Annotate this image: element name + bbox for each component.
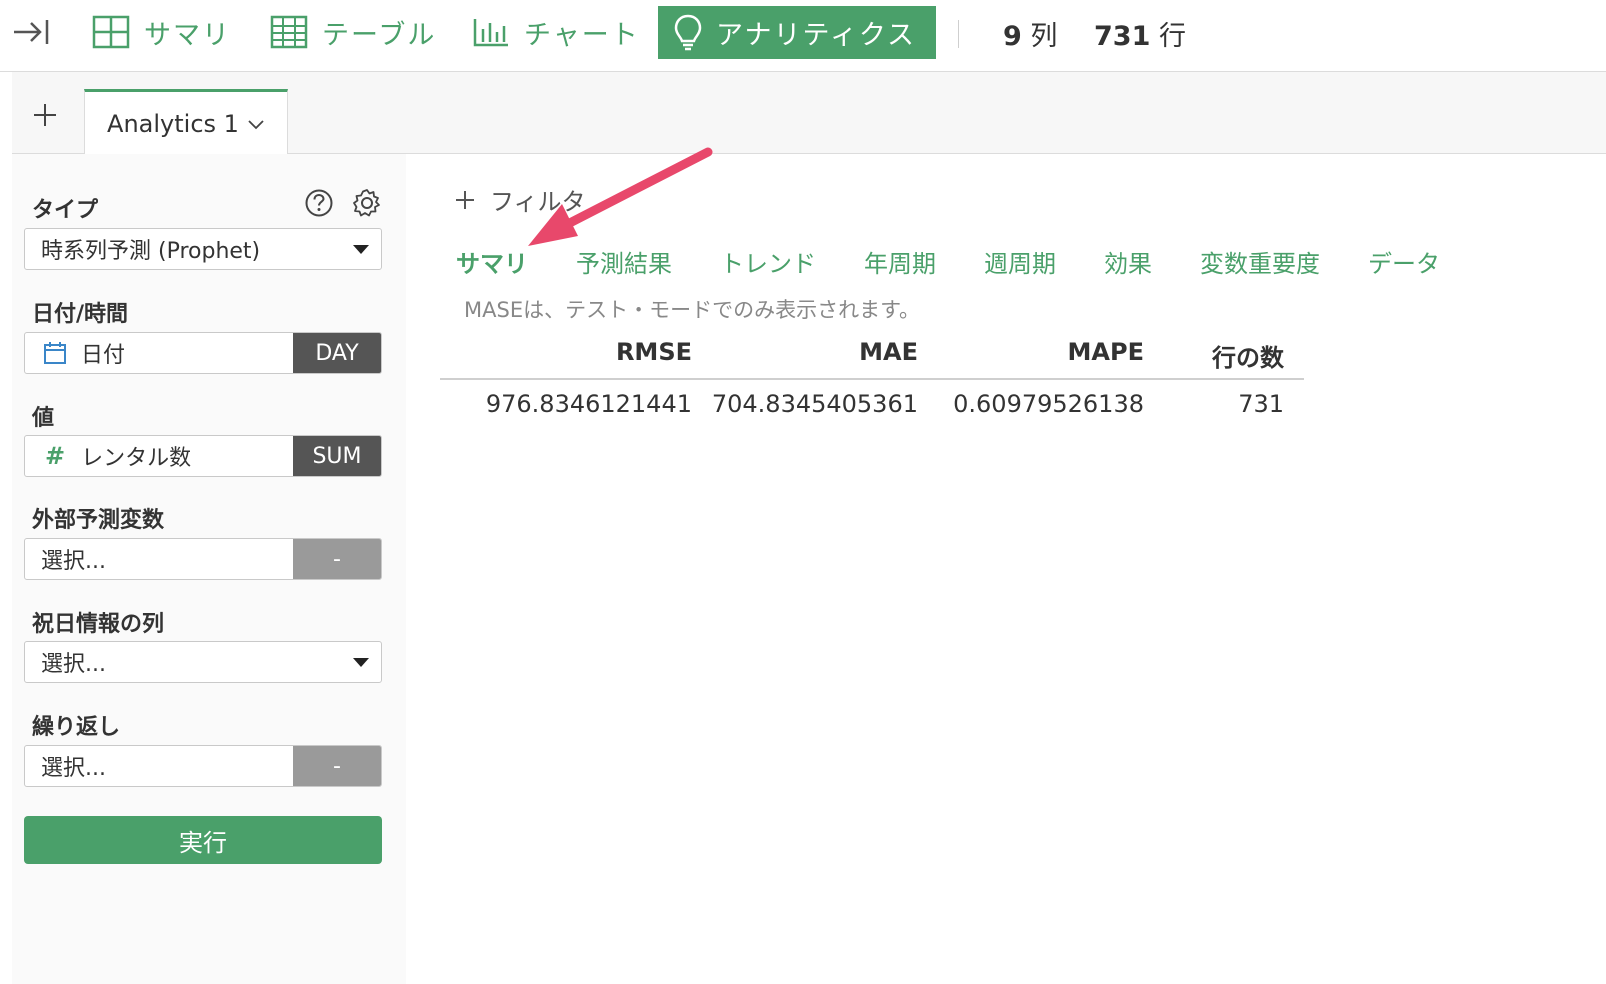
toolbar-analytics-label: アナリティクス (716, 20, 917, 51)
settings-sidebar: タイプ 時系列予測 (Prophet) 日付/時間 日付 DAY 値 # レンタ… (12, 154, 406, 984)
repeat-field[interactable]: 選択... - (24, 745, 382, 787)
holiday-column-value: 選択... (41, 652, 106, 677)
cell-mae: 704.8345405361 (711, 390, 918, 418)
top-toolbar: サマリ テーブル チャート アナリティクス 9 列 731 行 (0, 0, 1606, 72)
analytics-tab-strip: Analytics 1 (12, 72, 1606, 155)
caret-down-icon (353, 657, 369, 667)
cell-row-count: 731 (1238, 390, 1284, 418)
column-count-unit: 列 (1030, 21, 1058, 52)
header-mae: MAE (859, 338, 918, 366)
add-filter-label: フィルタ (490, 188, 586, 216)
date-granularity-button[interactable]: DAY (293, 333, 381, 373)
value-field-value: レンタル数 (81, 446, 192, 471)
repeat-aggregation-button[interactable]: - (293, 746, 381, 786)
value-label: 値 (32, 406, 55, 431)
external-regressor-aggregation-button[interactable]: - (293, 539, 381, 579)
subtab-forecast-result[interactable]: 予測結果 (576, 244, 672, 284)
row-count: 731 行 (1094, 14, 1186, 53)
subtab-summary[interactable]: サマリ (456, 244, 528, 284)
toolbar-analytics-button[interactable]: アナリティクス (658, 6, 937, 59)
table-header-row: RMSE MAE MAPE 行の数 (440, 334, 1304, 380)
subtab-data[interactable]: データ (1368, 244, 1440, 284)
toolbar-summary-button[interactable]: サマリ (92, 0, 231, 64)
plus-icon (34, 104, 56, 126)
date-field[interactable]: 日付 DAY (24, 332, 382, 374)
gear-icon[interactable] (352, 188, 382, 218)
subtab-trend[interactable]: トレンド (720, 244, 816, 284)
external-regressor-label: 外部予測変数 (32, 508, 165, 533)
value-aggregation-button[interactable]: SUM (293, 436, 381, 476)
date-label: 日付/時間 (32, 302, 129, 327)
external-regressor-value: 選択... (41, 549, 106, 574)
header-row-count: 行の数 (1212, 344, 1284, 372)
subtab-weekly[interactable]: 週周期 (984, 244, 1056, 284)
bar-chart-icon (473, 19, 508, 47)
column-count: 9 列 (1003, 14, 1057, 53)
run-button[interactable]: 実行 (24, 816, 382, 864)
table-row: 976.8346121441 704.8345405361 0.60979526… (440, 380, 1304, 438)
external-regressor-field[interactable]: 選択... - (24, 538, 382, 580)
collapse-sidebar-button[interactable] (12, 0, 50, 64)
value-field[interactable]: # レンタル数 SUM (24, 435, 382, 477)
result-subtabs: サマリ 予測結果 トレンド 年周期 週周期 効果 変数重要度 データ (456, 244, 1488, 284)
toolbar-chart-label: チャート (524, 19, 640, 51)
toolbar-table-label: テーブル (322, 19, 437, 51)
type-select[interactable]: 時系列予測 (Prophet) (24, 228, 382, 270)
toolbar-divider (958, 20, 959, 48)
row-count-unit: 行 (1158, 21, 1186, 52)
grid-icon (92, 15, 130, 49)
cell-mape: 0.60979526138 (953, 390, 1144, 418)
caret-down-icon (353, 244, 369, 254)
repeat-label: 繰り返し (32, 715, 121, 740)
cell-rmse: 976.8346121441 (485, 390, 692, 418)
subtab-yearly[interactable]: 年周期 (864, 244, 936, 284)
subtab-effect[interactable]: 効果 (1104, 244, 1152, 284)
type-select-value: 時系列予測 (Prophet) (41, 239, 261, 264)
toolbar-table-button[interactable]: テーブル (270, 0, 436, 64)
add-filter-button[interactable]: フィルタ (454, 182, 586, 217)
column-count-value: 9 (1003, 21, 1022, 52)
repeat-field-value: 選択... (41, 756, 106, 781)
subtab-variable-importance[interactable]: 変数重要度 (1200, 244, 1320, 284)
arrow-to-right-icon (14, 20, 49, 44)
holiday-column-label: 祝日情報の列 (32, 612, 165, 637)
header-rmse: RMSE (615, 338, 692, 366)
row-count-value: 731 (1094, 21, 1151, 52)
tab-analytics-1-label: Analytics 1 (107, 109, 239, 138)
help-icon[interactable] (304, 188, 334, 218)
plus-icon (456, 190, 474, 209)
table-icon (270, 15, 308, 49)
toolbar-summary-label: サマリ (144, 19, 231, 51)
add-tab-button[interactable] (30, 100, 60, 130)
lightbulb-icon (674, 14, 702, 50)
date-field-value: 日付 (81, 343, 126, 368)
calendar-icon (43, 341, 67, 365)
number-type-icon: # (45, 442, 66, 470)
summary-table: RMSE MAE MAPE 行の数 976.8346121441 704.834… (440, 334, 1304, 438)
type-label: タイプ (32, 198, 99, 223)
holiday-column-select[interactable]: 選択... (24, 641, 382, 683)
chevron-down-icon[interactable] (247, 118, 265, 130)
tab-analytics-1[interactable]: Analytics 1 (84, 89, 288, 155)
toolbar-chart-button[interactable]: チャート (472, 0, 640, 64)
header-mape: MAPE (1067, 338, 1144, 366)
mase-note: MASEは、テスト・モードでのみ表示されます。 (464, 298, 920, 322)
